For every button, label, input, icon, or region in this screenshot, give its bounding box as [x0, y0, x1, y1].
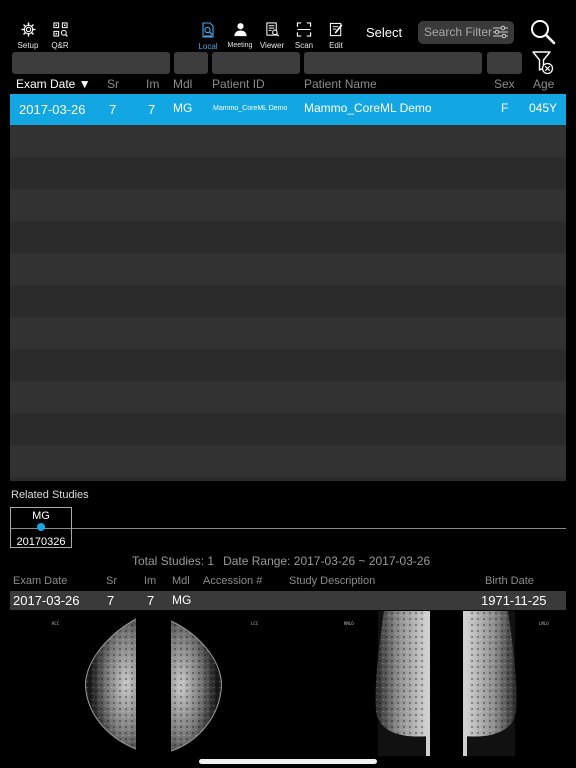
empty-row — [10, 253, 566, 285]
meeting-button[interactable]: Meeting — [223, 22, 257, 50]
filter-clear-icon — [532, 51, 554, 75]
study-row-selected[interactable]: 2017-03-26 7 7 MG Mammo_CoreML Demo Mamm… — [10, 94, 566, 125]
local-label: Local — [198, 42, 218, 51]
empty-row — [10, 413, 566, 445]
empty-row — [10, 221, 566, 253]
view-marker: LMLO — [539, 621, 549, 626]
col-age[interactable]: Age — [533, 77, 554, 91]
cell-sex: F — [501, 101, 509, 115]
clear-filter-button[interactable] — [532, 51, 554, 80]
filter-sex[interactable] — [487, 52, 522, 74]
detail-col-birth-date: Birth Date — [485, 575, 534, 587]
viewer-button[interactable]: Viewer — [255, 22, 289, 50]
breast-image-rmlo — [375, 611, 430, 756]
edit-icon — [329, 22, 343, 37]
detail-col-mdl: Mdl — [172, 575, 190, 587]
scan-icon — [296, 22, 312, 37]
thumbnail-rcc[interactable]: RCC — [10, 611, 152, 756]
related-study-card[interactable]: MG 20170326 — [10, 507, 72, 548]
view-marker: LCC — [251, 621, 259, 626]
empty-row — [10, 445, 566, 477]
setup-label: Setup — [17, 41, 39, 50]
related-study-modality: MG — [32, 510, 50, 522]
study-summary: Total Studies: 1 Date Range: 2017-03-26 ~… — [132, 554, 430, 568]
detail-sr: 7 — [107, 593, 115, 608]
thumbnail-rmlo[interactable]: RMLO — [300, 611, 442, 756]
cell-sr: 7 — [109, 102, 117, 117]
meeting-label: Meeting — [227, 42, 253, 49]
detail-exam-date: 2017-03-26 — [13, 593, 80, 608]
cell-im: 7 — [148, 102, 156, 117]
empty-row — [10, 285, 566, 317]
edit-label: Edit — [329, 41, 343, 50]
timeline-marker — [37, 523, 45, 531]
filter-sr-im[interactable] — [174, 52, 208, 74]
view-marker: RMLO — [344, 621, 354, 626]
detail-col-description: Study Description — [289, 575, 376, 587]
cell-age: 045Y — [529, 101, 558, 115]
cell-patient-name: Mammo_CoreML Demo — [304, 101, 432, 115]
qr-button[interactable]: Q&R — [43, 22, 77, 50]
col-sr[interactable]: Sr — [107, 77, 119, 91]
select-button[interactable]: Select — [366, 25, 402, 40]
filter-patient-name[interactable] — [304, 52, 482, 74]
breast-image-lmlo — [463, 611, 517, 756]
filter-sliders-icon — [493, 25, 508, 39]
empty-row — [10, 349, 566, 381]
thumbnail-lcc[interactable]: LCC — [155, 611, 297, 756]
empty-row — [10, 477, 566, 481]
view-marker: RCC — [52, 621, 60, 626]
breast-image-rcc — [85, 618, 137, 750]
thumbnail-lmlo[interactable]: LMLO — [446, 611, 566, 756]
scan-label: Scan — [294, 41, 314, 50]
detail-col-sr: Sr — [106, 575, 117, 587]
cell-patient-id: Mammo_CoreML Demo — [213, 105, 288, 112]
filter-exam-date[interactable] — [12, 52, 170, 74]
detail-im: 7 — [147, 593, 155, 608]
empty-row — [10, 125, 566, 157]
home-indicator[interactable] — [199, 759, 377, 764]
search-filter-field[interactable]: Search Filter — [418, 21, 514, 44]
col-exam-date[interactable]: Exam Date ▼ — [16, 77, 91, 91]
study-list[interactable]: 2017-03-26 7 7 MG Mammo_CoreML Demo Mamm… — [10, 94, 566, 481]
cell-mdl: MG — [173, 101, 193, 115]
timeline-line — [72, 528, 566, 529]
col-sex[interactable]: Sex — [494, 77, 515, 91]
detail-col-accession: Accession # — [203, 575, 263, 587]
local-search-icon — [202, 22, 214, 38]
search-filter-placeholder: Search Filter — [424, 25, 493, 39]
cell-exam-date: 2017-03-26 — [19, 102, 86, 117]
detail-col-exam-date: Exam Date — [13, 575, 68, 587]
related-studies-title: Related Studies — [11, 489, 89, 501]
detail-birth-date: 1971-11-25 — [481, 593, 547, 608]
qr-label: Q&R — [51, 41, 69, 50]
col-patient-name[interactable]: Patient Name — [304, 77, 377, 91]
col-mdl[interactable]: Mdl — [173, 77, 192, 91]
total-studies: Total Studies: 1 — [132, 554, 215, 568]
empty-row — [10, 157, 566, 189]
detail-col-im: Im — [144, 575, 157, 587]
related-study-date: 20170326 — [16, 536, 66, 548]
breast-image-lcc — [170, 620, 222, 752]
qr-search-icon — [52, 22, 68, 37]
local-button[interactable]: Local — [191, 22, 225, 51]
viewer-icon — [265, 22, 279, 37]
scan-button[interactable]: Scan — [287, 22, 321, 50]
setup-button[interactable]: Setup — [11, 22, 45, 50]
gear-icon — [20, 22, 36, 37]
search-button[interactable] — [530, 19, 556, 50]
search-icon — [531, 20, 556, 45]
empty-row — [10, 381, 566, 413]
filter-patient-id[interactable] — [212, 52, 300, 74]
date-range: Date Range: 2017-03-26 ~ 2017-03-26 — [223, 554, 431, 568]
col-patient-id[interactable]: Patient ID — [212, 77, 265, 91]
person-icon — [233, 23, 247, 37]
edit-button[interactable]: Edit — [319, 22, 353, 50]
empty-row — [10, 317, 566, 349]
empty-row — [10, 189, 566, 221]
viewer-label: Viewer — [259, 41, 285, 50]
detail-mdl: MG — [172, 593, 192, 607]
series-detail-row[interactable]: 2017-03-26 7 7 MG 1971-11-25 — [10, 591, 566, 610]
col-im[interactable]: Im — [146, 77, 159, 91]
